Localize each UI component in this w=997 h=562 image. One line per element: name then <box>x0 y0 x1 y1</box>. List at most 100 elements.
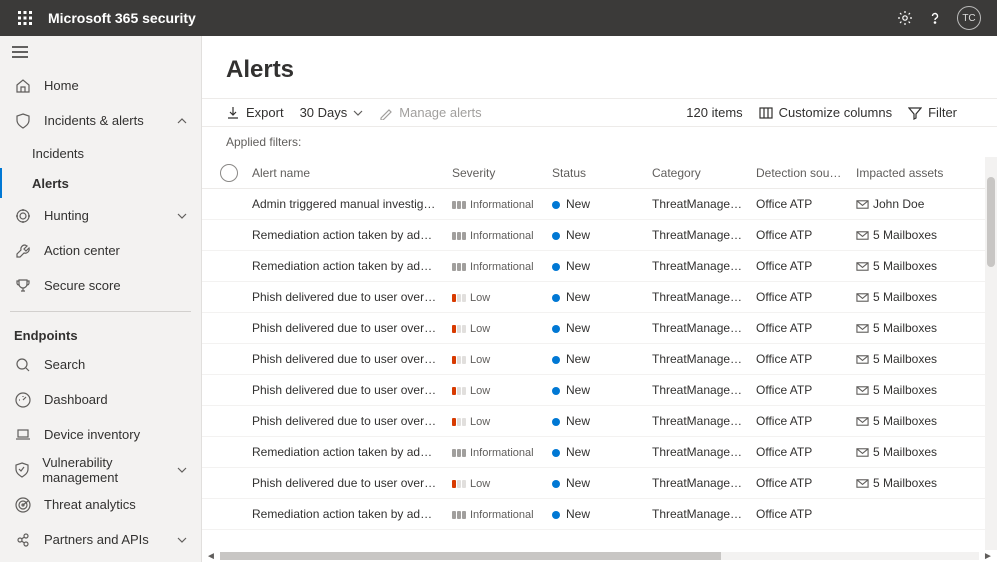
source-cell: Office ATP <box>750 290 850 304</box>
mailbox-icon <box>856 477 869 490</box>
mailbox-icon <box>856 446 869 459</box>
table-row[interactable]: Remediation action taken by admin on ...… <box>202 437 985 468</box>
sidebar-item-incidents[interactable]: Incidents <box>0 138 201 168</box>
severity-cell: Low <box>446 352 546 366</box>
table-header: Alert name Severity Status Category Dete… <box>202 157 985 189</box>
category-cell: ThreatManagement <box>646 259 750 273</box>
trophy-icon <box>14 278 32 294</box>
alert-name: Remediation action taken by admin on ... <box>246 445 446 459</box>
severity-cell: Low <box>446 290 546 304</box>
table-row[interactable]: Phish delivered due to user override Low… <box>202 313 985 344</box>
category-cell: ThreatManagement <box>646 445 750 459</box>
mailbox-icon <box>856 198 869 211</box>
sidebar-item-dashboard[interactable]: Dashboard <box>0 382 201 417</box>
mailbox-icon <box>856 384 869 397</box>
severity-cell: Informational <box>446 445 546 459</box>
col-category[interactable]: Category <box>646 166 750 180</box>
endpoints-heading: Endpoints <box>0 320 201 347</box>
sidebar-item-action-center[interactable]: Action center <box>0 233 201 268</box>
chevron-up-icon <box>177 118 187 124</box>
sidebar-item-vulnerability-management[interactable]: Vulnerability management <box>0 452 201 487</box>
status-cell: New <box>546 352 646 366</box>
sidebar-item-search[interactable]: Search <box>0 347 201 382</box>
source-cell: Office ATP <box>750 197 850 211</box>
category-cell: ThreatManagement <box>646 228 750 242</box>
category-cell: ThreatManagement <box>646 476 750 490</box>
sidebar-item-home[interactable]: Home <box>0 68 201 103</box>
table-row[interactable]: Phish delivered due to user override Low… <box>202 375 985 406</box>
search-icon <box>14 357 32 373</box>
radar-icon <box>14 497 32 513</box>
chevron-down-icon <box>177 467 187 473</box>
table-row[interactable]: Admin triggered manual investigation o..… <box>202 189 985 220</box>
col-status[interactable]: Status <box>546 166 646 180</box>
status-cell: New <box>546 197 646 211</box>
applied-filters-label: Applied filters: <box>202 127 997 157</box>
select-all[interactable] <box>220 164 238 182</box>
col-alert-name[interactable]: Alert name <box>246 166 446 180</box>
sidebar-item-alerts[interactable]: Alerts <box>0 168 201 198</box>
status-cell: New <box>546 445 646 459</box>
app-title: Microsoft 365 security <box>48 10 897 26</box>
asset-cell: 5 Mailboxes <box>850 445 960 459</box>
category-cell: ThreatManagement <box>646 321 750 335</box>
sidebar-item-partners-and-apis[interactable]: Partners and APIs <box>0 522 201 557</box>
customize-columns-button[interactable]: Customize columns <box>759 105 892 120</box>
items-count: 120 items <box>686 105 742 120</box>
settings-icon[interactable] <box>897 10 913 26</box>
col-impacted-assets[interactable]: Impacted assets <box>850 166 960 180</box>
col-severity[interactable]: Severity <box>446 166 546 180</box>
severity-cell: Informational <box>446 197 546 211</box>
asset-cell: John Doe <box>850 197 960 211</box>
table-row[interactable]: Remediation action taken by admin on ...… <box>202 499 985 530</box>
alert-name: Phish delivered due to user override <box>246 383 446 397</box>
alert-name: Admin triggered manual investigation o..… <box>246 197 446 211</box>
divider <box>10 311 191 312</box>
table-row[interactable]: Remediation action taken by admin on ...… <box>202 251 985 282</box>
category-cell: ThreatManagement <box>646 507 750 521</box>
table-row[interactable]: Remediation action taken by admin on ...… <box>202 220 985 251</box>
table-row[interactable]: Phish delivered due to user override Low… <box>202 406 985 437</box>
avatar[interactable]: TC <box>957 6 981 30</box>
status-cell: New <box>546 259 646 273</box>
source-cell: Office ATP <box>750 228 850 242</box>
manage-alerts-button[interactable]: Manage alerts <box>379 105 481 120</box>
table-row[interactable]: Phish delivered due to user override Low… <box>202 468 985 499</box>
date-range-dropdown[interactable]: 30 Days <box>300 105 364 120</box>
chevron-down-icon <box>177 537 187 543</box>
mailbox-icon <box>856 353 869 366</box>
toolbar: Export 30 Days Manage alerts 120 items C… <box>202 98 997 127</box>
status-cell: New <box>546 290 646 304</box>
col-detection-source[interactable]: Detection source <box>750 166 850 180</box>
asset-cell: 5 Mailboxes <box>850 290 960 304</box>
sidebar-item-secure-score[interactable]: Secure score <box>0 268 201 303</box>
mailbox-icon <box>856 322 869 335</box>
sidebar-item-threat-analytics[interactable]: Threat analytics <box>0 487 201 522</box>
source-cell: Office ATP <box>750 507 850 521</box>
status-cell: New <box>546 414 646 428</box>
sidebar-item-device-inventory[interactable]: Device inventory <box>0 417 201 452</box>
source-cell: Office ATP <box>750 321 850 335</box>
app-launcher-icon[interactable] <box>10 11 40 25</box>
source-cell: Office ATP <box>750 383 850 397</box>
severity-cell: Informational <box>446 259 546 273</box>
mailbox-icon <box>856 260 869 273</box>
table-row[interactable]: Phish delivered due to user override Low… <box>202 282 985 313</box>
vertical-scrollbar[interactable] <box>985 157 997 550</box>
alert-name: Phish delivered due to user override <box>246 476 446 490</box>
sidebar-item-hunting[interactable]: Hunting <box>0 198 201 233</box>
shield-icon <box>14 113 32 129</box>
mailbox-icon <box>856 291 869 304</box>
table-row[interactable]: Phish delivered due to user override Low… <box>202 344 985 375</box>
horizontal-scrollbar[interactable]: ◄► <box>202 550 997 562</box>
help-icon[interactable] <box>927 10 943 26</box>
severity-cell: Low <box>446 414 546 428</box>
filter-button[interactable]: Filter <box>908 105 957 120</box>
category-cell: ThreatManagement <box>646 352 750 366</box>
laptop-icon <box>14 427 32 443</box>
status-cell: New <box>546 476 646 490</box>
export-button[interactable]: Export <box>226 105 284 120</box>
hamburger-icon[interactable] <box>0 36 201 68</box>
asset-cell: 5 Mailboxes <box>850 383 960 397</box>
sidebar-item-incidents-alerts[interactable]: Incidents & alerts <box>0 103 201 138</box>
